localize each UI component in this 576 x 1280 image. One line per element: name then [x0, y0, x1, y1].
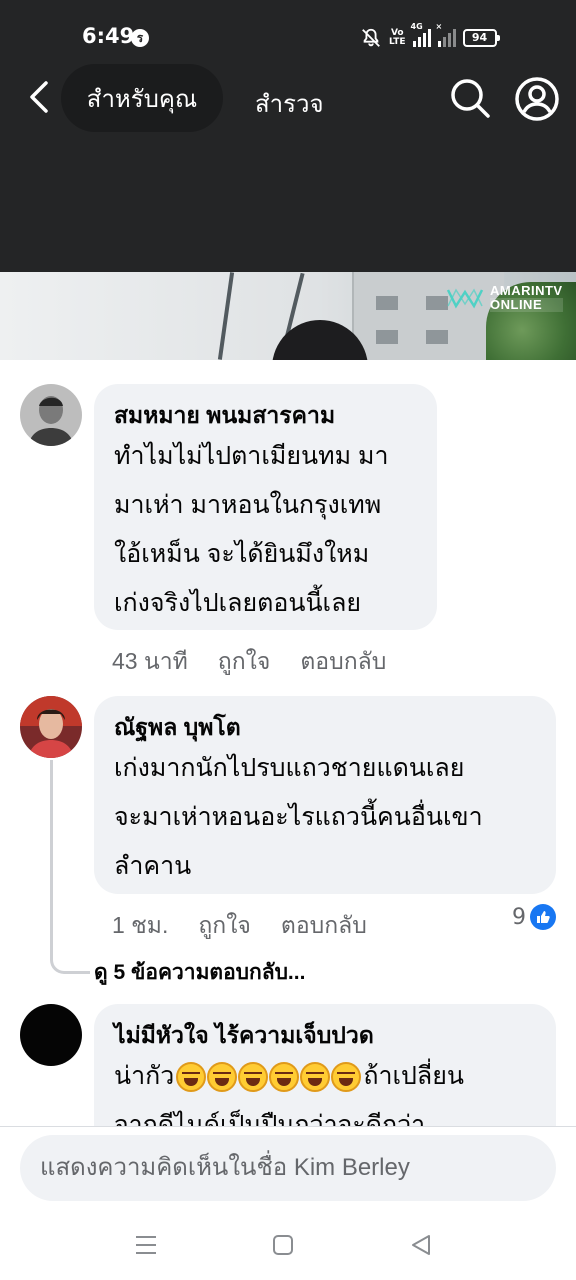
comment-text-line: น่ากัว ถ้าเปลี่ยน: [114, 1052, 536, 1101]
like-button[interactable]: ถูกใจ: [218, 644, 271, 680]
comment-composer: [0, 1126, 576, 1210]
comment-text-line: จะมาเห่าหอนอะไรแถวนี้คนอื่นเขา: [114, 803, 483, 831]
volte-icon: Vo LTE: [389, 28, 406, 47]
rolling-laughing-emoji-icon: [331, 1062, 362, 1093]
comment-bubble: ณัฐพล บุพโต เก่งมากนักไปรบแถวชายแดนเลย จ…: [94, 696, 556, 894]
rolling-laughing-emoji-icon: [269, 1062, 300, 1093]
reaction-count-number: 9: [512, 904, 526, 930]
search-icon[interactable]: [448, 76, 492, 120]
comment-author[interactable]: ณัฐพล บุพโต: [114, 710, 536, 744]
laughing-emoji-icon: [176, 1062, 207, 1093]
comment-meta: 43 นาที ถูกใจ ตอบกลับ: [112, 644, 386, 680]
status-bar: 6:49 ร Vo LTE 4G × 94: [0, 0, 576, 72]
laughing-emoji-icon: [207, 1062, 238, 1093]
tab-explore[interactable]: สำรวจ: [255, 84, 324, 123]
comment-author[interactable]: สมหมาย พนมสารคาม: [114, 398, 417, 432]
comment-text-line: ลำคาน: [114, 852, 192, 880]
avatar[interactable]: [20, 696, 82, 758]
laughing-emoji-row: [176, 1062, 362, 1093]
like-button[interactable]: ถูกใจ: [198, 908, 251, 944]
comment-author[interactable]: ไม่มีหัวใจ ไร้ความเจ็บปวด: [114, 1018, 536, 1052]
amarin-logo-icon: [446, 288, 484, 309]
home-icon[interactable]: [270, 1232, 296, 1258]
back-button[interactable]: [22, 78, 56, 116]
laughing-emoji-icon: [300, 1062, 331, 1093]
recent-apps-icon[interactable]: [133, 1232, 159, 1258]
comment-text-line: จากดีไนด์เป็นปืนกว่าจะดีกว่า: [114, 1111, 426, 1126]
reply-thread-line: [50, 760, 90, 974]
tab-for-you[interactable]: สำหรับคุณ: [61, 64, 223, 132]
comments-sheet[interactable]: สมหมาย พนมสารคาม ทำไมไม่ไปตาเมียนทม มา ม…: [0, 360, 576, 1126]
status-icons: Vo LTE 4G × 94: [360, 22, 500, 50]
comment-bubble: ไม่มีหัวใจ ไร้ความเจ็บปวด น่ากัว ถ้าเปลี…: [94, 1004, 556, 1126]
view-replies-link[interactable]: ดู 5 ข้อความตอบกลับ...: [94, 956, 305, 989]
channel-watermark: AMARINTV ONLINE: [446, 284, 563, 312]
status-time: 6:49: [82, 24, 135, 48]
reply-button[interactable]: ตอบกลับ: [281, 908, 367, 944]
comment-time: 1 ชม.: [112, 912, 169, 938]
comment-input[interactable]: [20, 1135, 556, 1201]
system-nav-bar: [0, 1210, 576, 1280]
signal-4g-icon: 4G: [411, 22, 431, 47]
profile-icon[interactable]: [514, 76, 560, 122]
comment-meta: 1 ชม. ถูกใจ ตอบกลับ: [112, 908, 367, 944]
avatar[interactable]: [20, 1004, 82, 1066]
comment-text-line: ใอ้เหม็น จะได้ยินมึงใหม: [114, 540, 370, 568]
reply-button[interactable]: ตอบกลับ: [300, 644, 386, 680]
rolling-laughing-emoji-icon: [238, 1062, 269, 1093]
notification-badge-icon: ร: [131, 29, 149, 47]
avatar-photo-icon: [20, 384, 82, 446]
signal-sim2-icon: ×: [436, 22, 456, 47]
comment-text-line: ทำไมไม่ไปตาเมียนทม มา: [114, 442, 389, 470]
mute-bell-icon: [362, 28, 380, 47]
comment-text-suffix: ถ้าเปลี่ยน: [363, 1062, 464, 1090]
comment-bubble: สมหมาย พนมสารคาม ทำไมไม่ไปตาเมียนทม มา ม…: [94, 384, 437, 630]
back-nav-icon[interactable]: [408, 1232, 434, 1258]
comment-text-line: มาเห่า มาหอนในกรุงเทพ: [114, 491, 382, 519]
video-preview[interactable]: AMARINTV ONLINE: [0, 272, 576, 360]
comment-text-line: เก่งจริงไปเลยตอนนี้เลย: [114, 589, 362, 617]
like-thumb-icon: [530, 904, 556, 930]
back-arrow-icon: [30, 81, 48, 113]
comment-time: 43 นาที: [112, 648, 188, 674]
video-scene-pole: [217, 272, 235, 360]
app-header: 6:49 ร Vo LTE 4G × 94 สำหรับคุณ สำรวจ: [0, 0, 576, 272]
comment-text-line: เก่งมากนักไปรบแถวชายแดนเลย: [114, 754, 465, 782]
comment-text-prefix: น่ากัว: [114, 1062, 175, 1090]
avatar[interactable]: [20, 384, 82, 446]
watermark-line1: AMARINTV: [490, 283, 563, 298]
battery-icon: 94: [462, 29, 500, 47]
watermark-line2: ONLINE: [490, 298, 563, 312]
reaction-count[interactable]: 9: [512, 904, 556, 930]
avatar-photo-icon: [20, 696, 82, 758]
